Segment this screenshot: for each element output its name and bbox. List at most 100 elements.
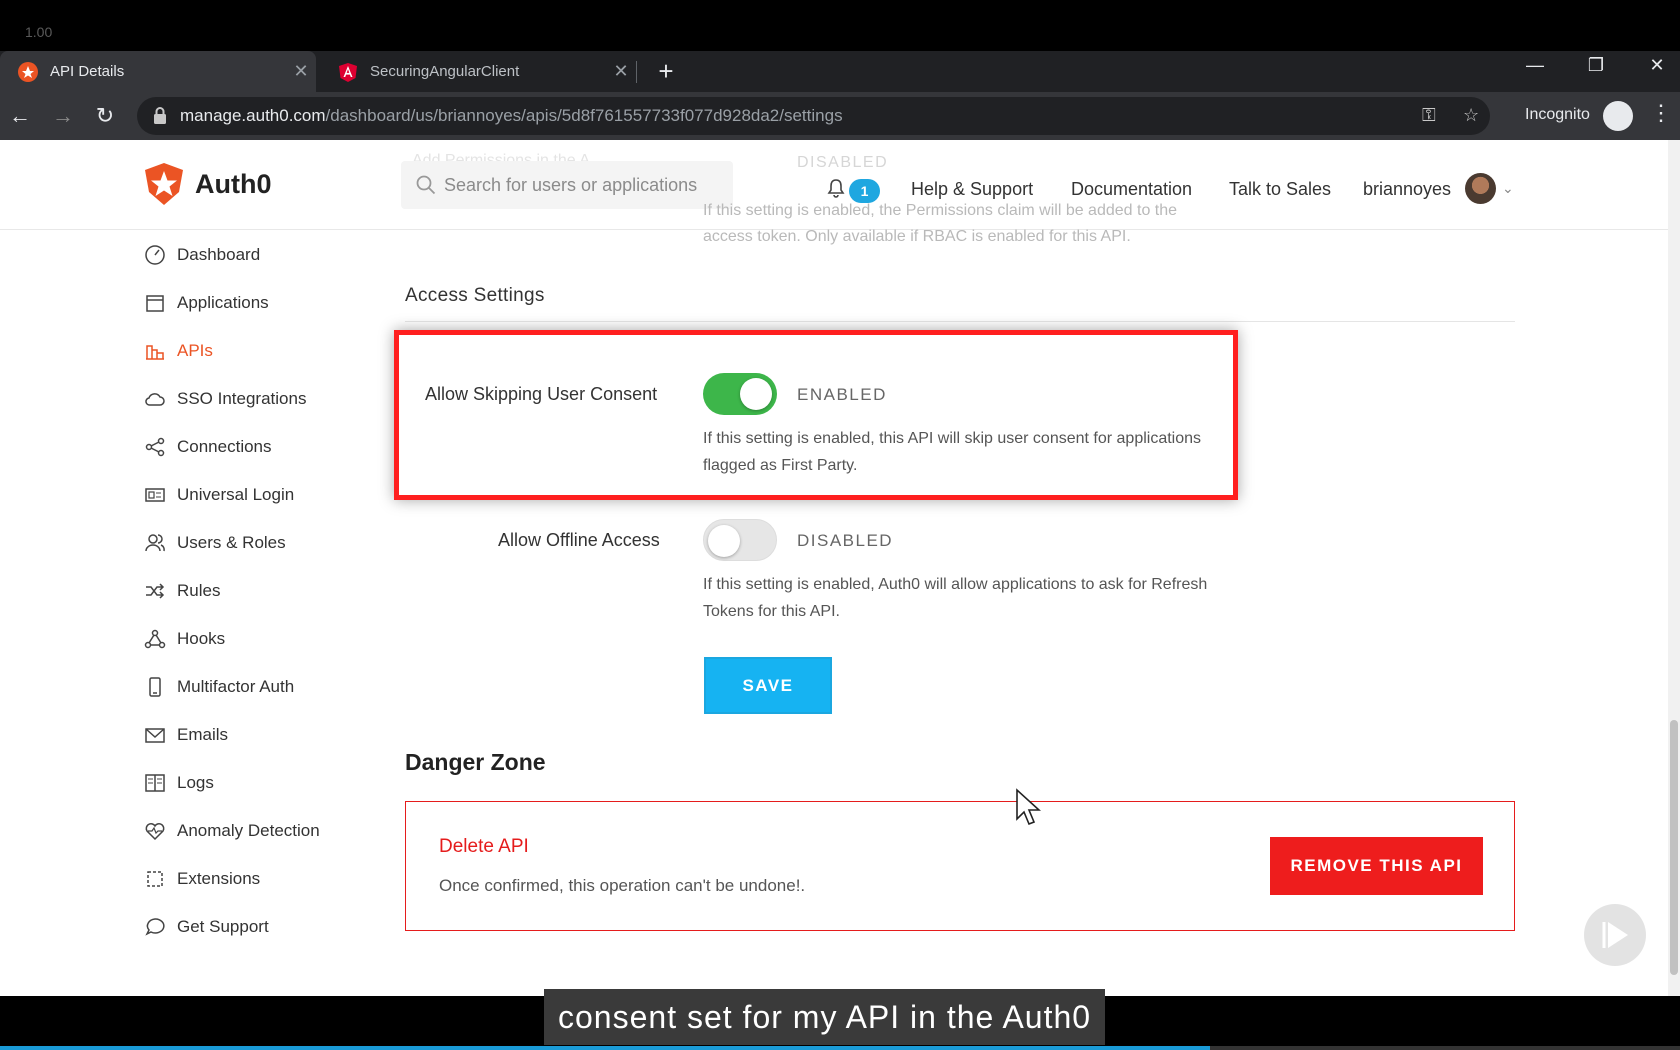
- sidebar-item-applications[interactable]: Applications: [143, 288, 269, 318]
- sidebar-item-label: Rules: [177, 581, 221, 600]
- section-title: Access Settings: [405, 285, 545, 306]
- offline-access-toggle[interactable]: [703, 519, 777, 561]
- auth0-shield-icon: [145, 163, 183, 205]
- incognito-icon[interactable]: [1603, 101, 1633, 131]
- scrollbar-thumb[interactable]: [1670, 720, 1678, 975]
- book-icon: [143, 771, 167, 795]
- danger-zone-box: Delete API Once confirmed, this operatio…: [405, 801, 1515, 931]
- login-icon: [143, 483, 167, 507]
- sidebar-item-sso-integrations[interactable]: SSO Integrations: [143, 384, 306, 414]
- close-window-icon[interactable]: ✕: [1637, 55, 1677, 76]
- sidebar-item-get-support[interactable]: Get Support: [143, 912, 269, 942]
- delete-api-heading: Delete API: [439, 836, 529, 857]
- section-divider: [405, 321, 1515, 322]
- close-tab-icon[interactable]: ✕: [286, 61, 316, 82]
- address-bar[interactable]: manage.auth0.com/dashboard/us/briannoyes…: [137, 97, 1490, 135]
- brand-name: Auth0: [195, 168, 272, 199]
- faded-help-text: If this setting is enabled, the Permissi…: [703, 202, 1178, 245]
- page-scrollbar[interactable]: [1668, 140, 1680, 996]
- sidebar-item-label: Universal Login: [177, 485, 295, 504]
- minimize-icon[interactable]: —: [1515, 55, 1555, 76]
- sidebar-item-label: Hooks: [177, 629, 226, 648]
- skip-consent-toggle[interactable]: [703, 373, 777, 415]
- video-caption: consent set for my API in the Auth0: [544, 989, 1106, 1045]
- share-icon: [143, 435, 167, 459]
- restore-icon[interactable]: ❐: [1576, 55, 1616, 76]
- sidebar-item-label: Dashboard: [177, 245, 261, 264]
- api-settings-content: If this setting is enabled, the Permissi…: [394, 140, 1515, 996]
- users-icon: [143, 531, 167, 555]
- auth0-favicon-icon: [18, 61, 38, 82]
- video-progress-bar[interactable]: [0, 1046, 1680, 1050]
- shuffle-icon: [143, 579, 167, 603]
- bookmark-star-icon[interactable]: ☆: [1463, 105, 1479, 126]
- reload-icon[interactable]: ↻: [89, 100, 121, 132]
- sidebar-item-hooks[interactable]: Hooks: [143, 624, 225, 654]
- browser-tab-strip: API Details ✕ SecuringAngularClient ✕: [0, 51, 1680, 92]
- sidebar-item-label: Extensions: [177, 869, 261, 888]
- sidebar-item-connections[interactable]: Connections: [143, 432, 272, 462]
- sidebar-item-label: APIs: [177, 341, 213, 360]
- skip-consent-state: ENABLED: [797, 385, 887, 404]
- sidebar-item-apis[interactable]: APIs: [143, 336, 213, 366]
- browser-menu-icon[interactable]: ⋮: [1650, 100, 1672, 126]
- apis-icon: [143, 339, 167, 363]
- sidebar-item-label: Anomaly Detection: [177, 821, 320, 840]
- sidebar-item-rules[interactable]: Rules: [143, 576, 220, 606]
- chat-icon: [143, 915, 167, 939]
- forward-icon[interactable]: →: [47, 100, 79, 132]
- sidebar-item-universal-login[interactable]: Universal Login: [143, 480, 294, 510]
- skip-consent-help: If this setting is enabled, this API wil…: [703, 430, 1202, 474]
- play-triangle-icon: [1602, 922, 1628, 948]
- save-button[interactable]: SAVE: [704, 657, 832, 714]
- sidebar-item-label: Connections: [177, 437, 272, 456]
- tab-title: API Details: [50, 63, 125, 80]
- tab-securing-angular-client[interactable]: SecuringAngularClient ✕: [320, 51, 636, 92]
- sidebar-item-dashboard[interactable]: Dashboard: [143, 240, 260, 270]
- incognito-label: Incognito: [1525, 106, 1590, 123]
- sidebar-item-label: Emails: [177, 725, 229, 744]
- dashboard-icon: [143, 243, 167, 267]
- play-icon[interactable]: [1584, 904, 1646, 966]
- video-frame: 1.00 API Details ✕ SecuringAngularClient…: [0, 0, 1680, 1050]
- lock-icon: [154, 107, 166, 124]
- web-page: Add Permissions in the A DISABLED Auth0 …: [0, 140, 1668, 996]
- sidebar-item-extensions[interactable]: Extensions: [143, 864, 260, 894]
- close-tab-icon[interactable]: ✕: [606, 61, 636, 82]
- tab-api-details[interactable]: API Details ✕: [0, 51, 316, 92]
- offline-access-label: Allow Offline Access: [498, 530, 660, 550]
- skip-consent-label: Allow Skipping User Consent: [425, 384, 658, 404]
- sidebar-item-label: Logs: [177, 773, 214, 792]
- sidebar-item-logs[interactable]: Logs: [143, 768, 214, 798]
- sidebar-item-anomaly-detection[interactable]: Anomaly Detection: [143, 816, 320, 846]
- back-icon[interactable]: ←: [4, 100, 36, 132]
- delete-api-description: Once confirmed, this operation can't be …: [439, 876, 806, 895]
- heart-icon: [143, 819, 167, 843]
- offline-access-state: DISABLED: [797, 531, 894, 550]
- mail-icon: [143, 723, 167, 747]
- sidebar-item-label: Users & Roles: [177, 533, 286, 552]
- key-icon[interactable]: ⚿: [1422, 105, 1436, 126]
- offline-access-help: If this setting is enabled, Auth0 will a…: [703, 576, 1208, 620]
- applications-icon: [143, 291, 167, 315]
- sidebar-item-label: Applications: [177, 293, 269, 312]
- toggle-knob: [708, 525, 740, 557]
- sidebar-item-multifactor-auth[interactable]: Multifactor Auth: [143, 672, 294, 702]
- sidebar-item-label: SSO Integrations: [177, 389, 307, 408]
- sidebar-item-emails[interactable]: Emails: [143, 720, 228, 750]
- sidebar-item-users-roles[interactable]: Users & Roles: [143, 528, 286, 558]
- sidebar-item-label: Get Support: [177, 917, 269, 936]
- playback-speed: 1.00: [25, 24, 53, 40]
- cloud-icon: [143, 387, 167, 411]
- auth0-logo[interactable]: Auth0: [143, 162, 272, 206]
- remove-api-button[interactable]: REMOVE THIS API: [1270, 837, 1483, 895]
- angular-favicon-icon: [339, 62, 357, 82]
- hooks-icon: [143, 627, 167, 651]
- toggle-knob: [740, 378, 772, 410]
- new-tab-icon[interactable]: +: [650, 56, 682, 88]
- video-top-bar: 1.00: [0, 0, 1680, 51]
- tab-separator: [636, 61, 637, 83]
- mouse-cursor-icon: [1016, 788, 1041, 826]
- puzzle-icon: [143, 867, 167, 891]
- browser-toolbar: ← → ↻ manage.auth0.com/dashboard/us/bria…: [0, 92, 1680, 140]
